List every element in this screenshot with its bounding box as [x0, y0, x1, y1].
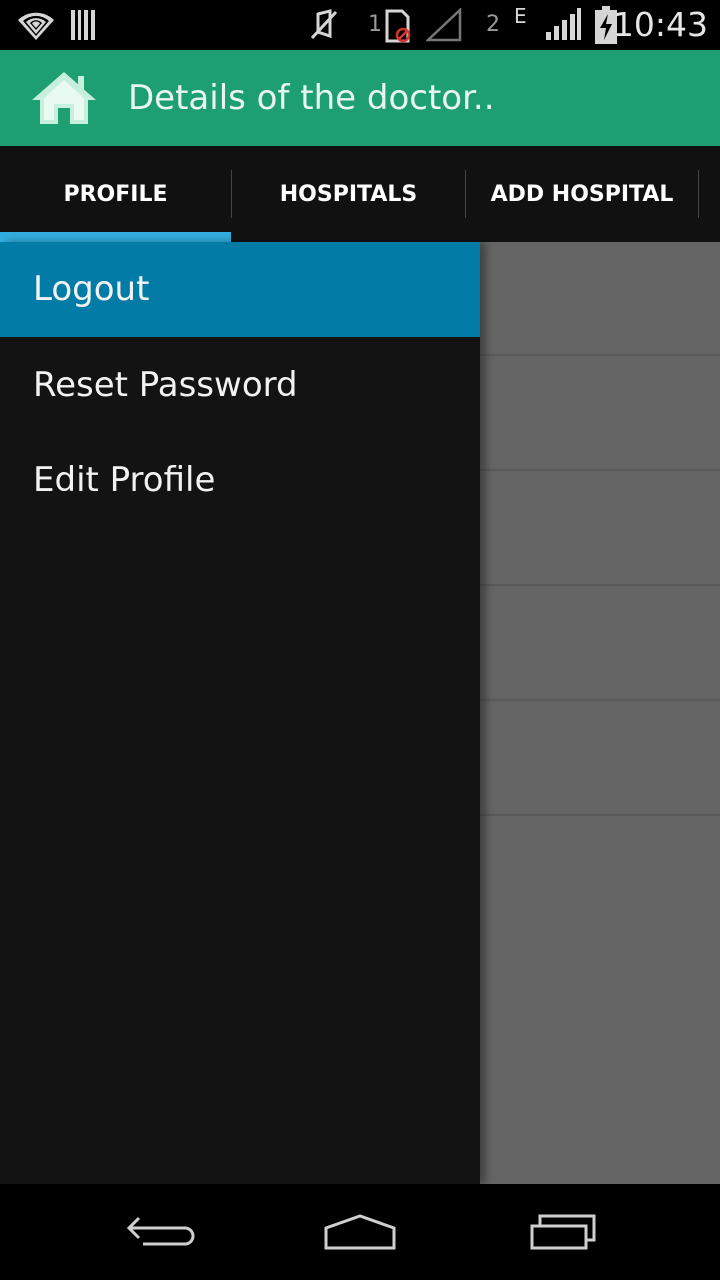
signal-icon: [546, 8, 581, 40]
drawer-item-label: Edit Profile: [33, 460, 216, 500]
status-bar: 1 2 E 10:43: [0, 0, 720, 50]
list-divider: [480, 469, 720, 471]
tab-bar: PROFILE HOSPITALS ADD HOSPITAL: [0, 146, 720, 242]
navigation-drawer: Logout Reset Password Edit Profile: [0, 242, 480, 1184]
drawer-item-label: Logout: [33, 269, 150, 309]
sim-card-icon: [385, 9, 411, 43]
recents-button[interactable]: [518, 1202, 608, 1262]
list-divider: [480, 699, 720, 701]
signal-empty-icon: [426, 8, 462, 42]
tab-add-hospital-label: ADD HOSPITAL: [490, 181, 674, 207]
drawer-item-edit-profile[interactable]: Edit Profile: [0, 433, 480, 528]
barcode-icon: [71, 10, 95, 40]
sim2-label: 2: [486, 12, 500, 37]
tab-profile[interactable]: PROFILE: [0, 146, 231, 242]
page-title: Details of the doctor..: [128, 78, 495, 118]
drawer-item-logout[interactable]: Logout: [0, 242, 480, 337]
mute-icon: [310, 9, 338, 40]
recents-icon: [530, 1214, 596, 1250]
home-nav-icon: [324, 1214, 396, 1250]
drawer-item-reset-password[interactable]: Reset Password: [0, 338, 480, 433]
home-icon[interactable]: [30, 70, 98, 126]
list-divider: [480, 584, 720, 586]
tab-profile-label: PROFILE: [63, 181, 168, 207]
tab-hospitals[interactable]: HOSPITALS: [232, 146, 465, 242]
system-nav-bar: [0, 1184, 720, 1280]
clock: 10:43: [612, 5, 708, 44]
back-button[interactable]: [115, 1202, 205, 1262]
tab-hospitals-label: HOSPITALS: [279, 181, 418, 207]
content-scrim[interactable]: [480, 242, 720, 1184]
tab-selected-indicator: [0, 232, 231, 242]
list-divider: [480, 354, 720, 356]
list-divider: [480, 814, 720, 816]
sim1-label: 1: [368, 12, 382, 37]
action-bar: Details of the doctor..: [0, 50, 720, 146]
home-button[interactable]: [315, 1202, 405, 1262]
tab-divider: [698, 170, 699, 218]
wifi-icon: [18, 12, 54, 41]
tab-add-hospital[interactable]: ADD HOSPITAL: [466, 146, 698, 242]
back-icon: [126, 1216, 195, 1246]
drawer-item-label: Reset Password: [33, 365, 298, 405]
network-type-label: E: [514, 4, 527, 28]
